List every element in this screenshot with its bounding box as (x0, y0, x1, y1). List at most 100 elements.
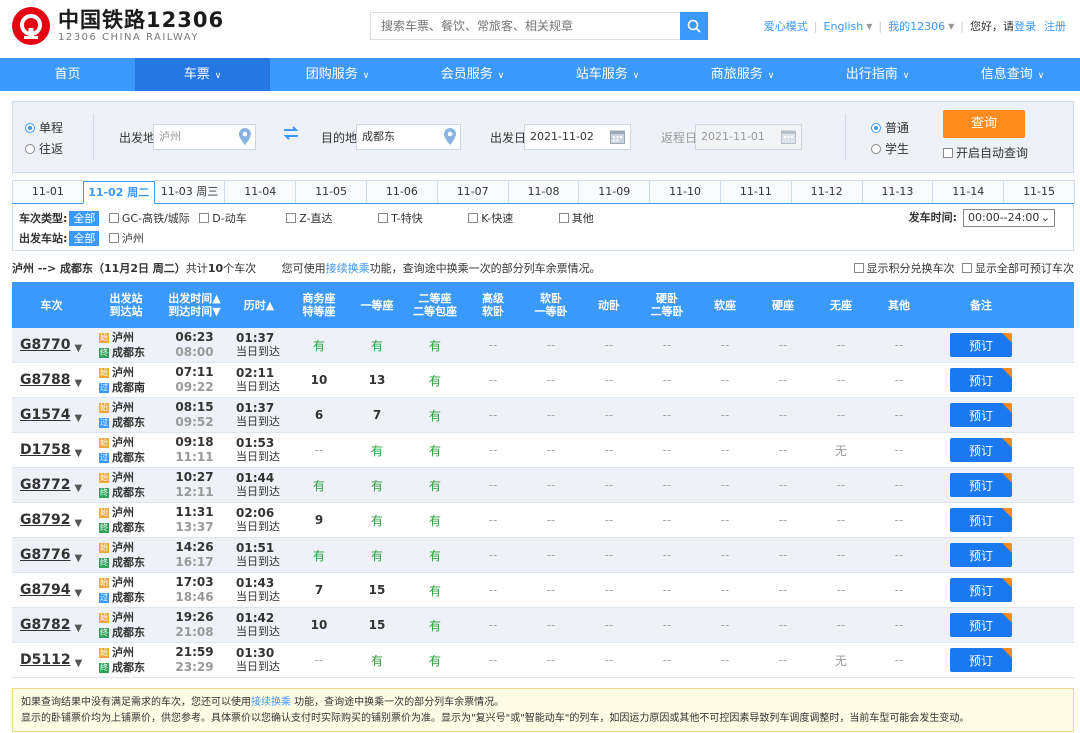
seat-availability[interactable]: 有 (406, 433, 464, 467)
chevron-down-icon[interactable]: ▼ (74, 413, 82, 424)
seat-availability[interactable]: 无 (812, 643, 870, 677)
depart-time-select[interactable]: 00:00--24:00 ⌄ (963, 209, 1055, 227)
book-button[interactable]: 预订 (950, 508, 1012, 532)
seat-availability[interactable]: 15 (348, 573, 406, 607)
train-number-link[interactable]: G8782 (20, 617, 70, 633)
to-station-input[interactable]: 成都东 (356, 124, 461, 150)
train-number-link[interactable]: G8770 (20, 337, 70, 353)
nav-tickets[interactable]: 车票 ∨ (135, 58, 270, 91)
seat-availability[interactable]: 有 (290, 538, 348, 572)
transfer-link[interactable]: 接续换乘 (251, 697, 291, 708)
train-number-link[interactable]: D5112 (20, 652, 71, 668)
date-tab[interactable]: 11-15 (1003, 180, 1075, 203)
depart-date-input[interactable]: 2021-11-02 (524, 124, 631, 150)
type-all-button[interactable]: 全部 (69, 211, 100, 226)
auto-query-checkbox[interactable]: 开启自动查询 (943, 144, 1028, 161)
nav-info[interactable]: 信息查询 ∨ (945, 58, 1080, 91)
type-gc-checkbox[interactable]: GC-高铁/城际 (108, 212, 190, 225)
seat-availability[interactable]: 有 (348, 433, 406, 467)
date-tab[interactable]: 11-04 (224, 180, 297, 203)
nav-guide[interactable]: 出行指南 ∨ (810, 58, 945, 91)
my12306-link[interactable]: 我的12306 (888, 18, 945, 34)
student-radio[interactable]: 学生 (871, 140, 909, 157)
seat-availability[interactable]: 有 (406, 538, 464, 572)
book-button[interactable]: 预订 (950, 613, 1012, 637)
date-tab[interactable]: 11-09 (578, 180, 651, 203)
nav-business[interactable]: 商旅服务 ∨ (675, 58, 810, 91)
date-tab[interactable]: 11-13 (861, 180, 934, 203)
seat-availability[interactable]: 9 (290, 503, 348, 537)
type-z-checkbox[interactable]: Z-直达 (286, 212, 333, 225)
oneway-radio[interactable]: 单程 (25, 119, 63, 136)
seat-availability[interactable]: 有 (406, 643, 464, 677)
seat-availability[interactable]: 有 (348, 468, 406, 502)
train-number-link[interactable]: G1574 (20, 407, 70, 423)
transfer-link[interactable]: 接续换乘 (326, 262, 370, 275)
nav-station[interactable]: 站车服务 ∨ (540, 58, 675, 91)
date-tab[interactable]: 11-07 (436, 180, 509, 203)
train-number-link[interactable]: G8794 (20, 582, 70, 598)
train-number-link[interactable]: G8772 (20, 477, 70, 493)
chevron-down-icon[interactable]: ▼ (75, 658, 83, 669)
search-input[interactable] (370, 12, 680, 40)
seat-availability[interactable]: 有 (406, 573, 464, 607)
seat-availability[interactable]: 有 (290, 468, 348, 502)
seat-availability[interactable]: 15 (348, 608, 406, 642)
nav-group[interactable]: 团购服务 ∨ (270, 58, 405, 91)
seat-availability[interactable]: 10 (290, 608, 348, 642)
date-tab[interactable]: 11-10 (649, 180, 721, 203)
book-button[interactable]: 预订 (950, 543, 1012, 567)
train-number-link[interactable]: D1758 (20, 442, 71, 458)
type-d-checkbox[interactable]: D-动车 (199, 212, 247, 225)
date-tab-selected[interactable]: 11-02 周二 (82, 181, 155, 204)
seat-availability[interactable]: 有 (406, 503, 464, 537)
seat-availability[interactable]: 有 (348, 328, 406, 362)
book-button[interactable]: 预订 (950, 368, 1012, 392)
seat-availability[interactable]: 有 (348, 643, 406, 677)
seat-availability[interactable]: 无 (812, 433, 870, 467)
train-number-link[interactable]: G8788 (20, 372, 70, 388)
seat-availability[interactable]: 有 (348, 538, 406, 572)
nav-home[interactable]: 首页 (0, 58, 135, 91)
care-mode-link[interactable]: 爱心模式 (764, 18, 808, 34)
book-button[interactable]: 预订 (950, 403, 1012, 427)
chevron-down-icon[interactable]: ▼ (75, 448, 83, 459)
swap-icon[interactable] (283, 126, 299, 143)
chevron-down-icon[interactable]: ▼ (74, 343, 82, 354)
date-tab[interactable]: 11-08 (507, 180, 580, 203)
date-tab[interactable]: 11-11 (719, 180, 792, 203)
station-all-button[interactable]: 全部 (69, 231, 100, 246)
seat-availability[interactable]: 13 (348, 363, 406, 397)
chevron-down-icon[interactable]: ▼ (74, 518, 82, 529)
date-tab[interactable]: 11-12 (790, 180, 863, 203)
seat-availability[interactable]: 有 (406, 363, 464, 397)
date-tab[interactable]: 11-06 (365, 180, 438, 203)
seat-availability[interactable]: 有 (406, 468, 464, 502)
date-tab[interactable]: 11-01 (12, 180, 84, 203)
station-luzhou-checkbox[interactable]: 泸州 (108, 232, 144, 245)
type-t-checkbox[interactable]: T-特快 (378, 212, 423, 225)
seat-availability[interactable]: 有 (348, 503, 406, 537)
train-number-link[interactable]: G8792 (20, 512, 70, 528)
chevron-down-icon[interactable]: ▼ (74, 553, 82, 564)
seat-availability[interactable]: 6 (290, 398, 348, 432)
seat-availability[interactable]: 10 (290, 363, 348, 397)
seat-availability[interactable]: 有 (406, 328, 464, 362)
book-button[interactable]: 预订 (950, 333, 1012, 357)
chevron-down-icon[interactable]: ▼ (74, 483, 82, 494)
train-number-link[interactable]: G8776 (20, 547, 70, 563)
date-tab[interactable]: 11-05 (295, 180, 367, 203)
date-tab[interactable]: 11-14 (932, 180, 1005, 203)
roundtrip-radio[interactable]: 往返 (25, 140, 63, 157)
seat-availability[interactable]: 有 (406, 398, 464, 432)
chevron-down-icon[interactable]: ▼ (74, 588, 82, 599)
search-button[interactable] (680, 12, 708, 40)
login-link[interactable]: 登录 (1014, 18, 1036, 34)
query-button[interactable]: 查询 (943, 110, 1025, 138)
book-button[interactable]: 预订 (950, 438, 1012, 462)
nav-member[interactable]: 会员服务 ∨ (405, 58, 540, 91)
seat-availability[interactable]: 7 (348, 398, 406, 432)
book-button[interactable]: 预订 (950, 578, 1012, 602)
type-k-checkbox[interactable]: K-快速 (468, 212, 513, 225)
type-other-checkbox[interactable]: 其他 (558, 212, 594, 225)
